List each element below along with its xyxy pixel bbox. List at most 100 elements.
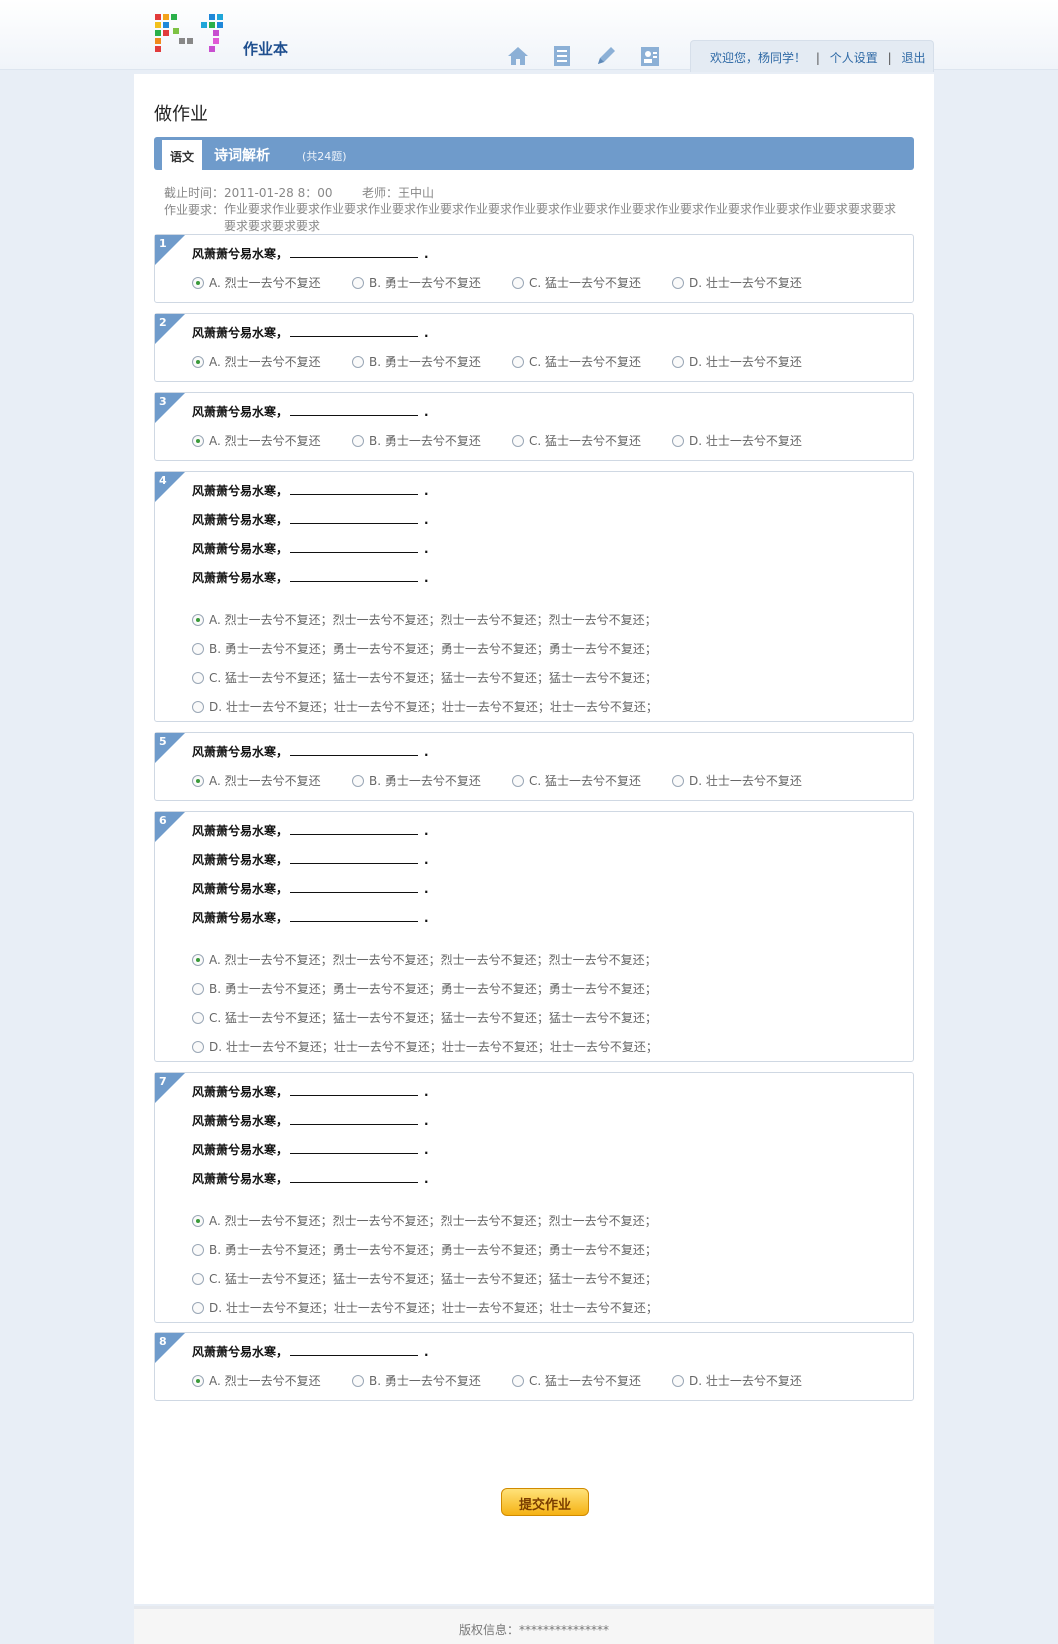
question-stem: 风萧萧兮易水寒，. (192, 1170, 429, 1187)
answer-blank[interactable] (290, 325, 419, 337)
radio-icon[interactable] (672, 435, 684, 447)
answer-option[interactable]: B. 勇士一去兮不复还；勇士一去兮不复还；勇士一去兮不复还；勇士一去兮不复还； (192, 640, 657, 657)
pencil-icon[interactable] (594, 44, 618, 68)
answer-option[interactable]: B. 勇士一去兮不复还；勇士一去兮不复还；勇士一去兮不复还；勇士一去兮不复还； (192, 1241, 657, 1258)
answer-option[interactable]: B. 勇士一去兮不复还 (352, 432, 481, 449)
answer-option[interactable]: B. 勇士一去兮不复还 (352, 353, 481, 370)
answer-blank[interactable] (290, 246, 419, 258)
answer-option[interactable]: A. 烈士一去兮不复还 (192, 432, 321, 449)
answer-option[interactable]: C. 猛士一去兮不复还 (512, 772, 641, 789)
answer-option[interactable]: B. 勇士一去兮不复还 (352, 1372, 481, 1389)
answer-option[interactable]: D. 壮士一去兮不复还 (672, 353, 802, 370)
answer-blank[interactable] (290, 541, 419, 553)
radio-icon[interactable] (192, 277, 204, 289)
answer-blank[interactable] (290, 1171, 419, 1183)
answer-blank[interactable] (290, 1113, 419, 1125)
answer-blank[interactable] (290, 1142, 419, 1154)
radio-icon[interactable] (192, 614, 204, 626)
radio-icon[interactable] (192, 1041, 204, 1053)
radio-icon[interactable] (192, 1273, 204, 1285)
radio-icon[interactable] (672, 277, 684, 289)
radio-icon[interactable] (352, 775, 364, 787)
answer-option[interactable]: D. 壮士一去兮不复还；壮士一去兮不复还；壮士一去兮不复还；壮士一去兮不复还； (192, 698, 658, 715)
radio-icon[interactable] (512, 1375, 524, 1387)
answer-option[interactable]: A. 烈士一去兮不复还 (192, 1372, 321, 1389)
radio-icon[interactable] (192, 701, 204, 713)
home-icon[interactable] (506, 44, 530, 68)
answer-blank[interactable] (290, 404, 419, 416)
answer-option[interactable]: C. 猛士一去兮不复还；猛士一去兮不复还；猛士一去兮不复还；猛士一去兮不复还； (192, 1009, 657, 1026)
option-label: A. 烈士一去兮不复还 (209, 355, 321, 369)
answer-blank[interactable] (290, 823, 419, 835)
answer-blank[interactable] (290, 744, 419, 756)
radio-icon[interactable] (352, 277, 364, 289)
radio-icon[interactable] (192, 1375, 204, 1387)
radio-icon[interactable] (192, 1302, 204, 1314)
radio-icon[interactable] (192, 1012, 204, 1024)
answer-option[interactable]: A. 烈士一去兮不复还 (192, 353, 321, 370)
radio-icon[interactable] (192, 435, 204, 447)
contacts-icon[interactable] (638, 44, 662, 68)
question-number: 7 (159, 1075, 167, 1088)
answer-option[interactable]: D. 壮士一去兮不复还 (672, 772, 802, 789)
answer-option[interactable]: A. 烈士一去兮不复还 (192, 274, 321, 291)
answer-option[interactable]: B. 勇士一去兮不复还；勇士一去兮不复还；勇士一去兮不复还；勇士一去兮不复还； (192, 980, 657, 997)
answer-option[interactable]: A. 烈士一去兮不复还；烈士一去兮不复还；烈士一去兮不复还；烈士一去兮不复还； (192, 951, 657, 968)
submit-button[interactable]: 提交作业 (501, 1488, 589, 1516)
answer-option[interactable]: B. 勇士一去兮不复还 (352, 274, 481, 291)
subject-tab[interactable]: 语文 (162, 140, 202, 170)
radio-icon[interactable] (192, 672, 204, 684)
answer-option[interactable]: C. 猛士一去兮不复还 (512, 353, 641, 370)
radio-icon[interactable] (672, 775, 684, 787)
answer-option[interactable]: D. 壮士一去兮不复还 (672, 432, 802, 449)
logout-link[interactable]: 退出 (901, 51, 925, 65)
answer-option[interactable]: C. 猛士一去兮不复还；猛士一去兮不复还；猛士一去兮不复还；猛士一去兮不复还； (192, 1270, 657, 1287)
radio-icon[interactable] (512, 775, 524, 787)
answer-option[interactable]: C. 猛士一去兮不复还 (512, 1372, 641, 1389)
radio-icon[interactable] (192, 775, 204, 787)
stem-text: 风萧萧兮易水寒， (192, 513, 289, 527)
answer-blank[interactable] (290, 881, 419, 893)
radio-icon[interactable] (512, 435, 524, 447)
option-label: A. 烈士一去兮不复还 (209, 434, 321, 448)
answer-option[interactable]: C. 猛士一去兮不复还 (512, 432, 641, 449)
answer-option[interactable]: D. 壮士一去兮不复还；壮士一去兮不复还；壮士一去兮不复还；壮士一去兮不复还； (192, 1038, 658, 1055)
answer-option[interactable]: D. 壮士一去兮不复还 (672, 1372, 802, 1389)
answer-option[interactable]: C. 猛士一去兮不复还；猛士一去兮不复还；猛士一去兮不复还；猛士一去兮不复还； (192, 669, 657, 686)
radio-icon[interactable] (512, 277, 524, 289)
answer-option[interactable]: C. 猛士一去兮不复还 (512, 274, 641, 291)
answer-blank[interactable] (290, 1084, 419, 1096)
radio-icon[interactable] (192, 356, 204, 368)
radio-icon[interactable] (352, 356, 364, 368)
answer-blank[interactable] (290, 852, 419, 864)
answer-option[interactable]: D. 壮士一去兮不复还；壮士一去兮不复还；壮士一去兮不复还；壮士一去兮不复还； (192, 1299, 658, 1316)
answer-option[interactable]: A. 烈士一去兮不复还；烈士一去兮不复还；烈士一去兮不复还；烈士一去兮不复还； (192, 611, 657, 628)
radio-icon[interactable] (512, 356, 524, 368)
question-stem: 风萧萧兮易水寒，. (192, 1112, 429, 1129)
radio-icon[interactable] (672, 356, 684, 368)
question-stem: 风萧萧兮易水寒，. (192, 909, 429, 926)
answer-blank[interactable] (290, 910, 419, 922)
option-label: A. 烈士一去兮不复还 (209, 276, 321, 290)
question-card: 3 风萧萧兮易水寒，. A. 烈士一去兮不复还 B. 勇士一去兮不复还 C. 猛士一去兮… (154, 392, 914, 461)
answer-option[interactable]: A. 烈士一去兮不复还 (192, 772, 321, 789)
radio-icon[interactable] (192, 1215, 204, 1227)
answer-option[interactable]: D. 壮士一去兮不复还 (672, 274, 802, 291)
radio-icon[interactable] (192, 643, 204, 655)
radio-icon[interactable] (672, 1375, 684, 1387)
radio-icon[interactable] (192, 983, 204, 995)
answer-blank[interactable] (290, 483, 419, 495)
radio-icon[interactable] (352, 435, 364, 447)
settings-link[interactable]: 个人设置 (830, 51, 878, 65)
radio-icon[interactable] (192, 1244, 204, 1256)
radio-icon[interactable] (352, 1375, 364, 1387)
answer-option[interactable]: B. 勇士一去兮不复还 (352, 772, 481, 789)
welcome-text: 欢迎您，杨同学！ (710, 51, 807, 65)
answer-blank[interactable] (290, 570, 419, 582)
stem-end: . (424, 484, 429, 498)
radio-icon[interactable] (192, 954, 204, 966)
notebook-icon[interactable] (550, 44, 574, 68)
answer-blank[interactable] (290, 1344, 419, 1356)
answer-blank[interactable] (290, 512, 419, 524)
answer-option[interactable]: A. 烈士一去兮不复还；烈士一去兮不复还；烈士一去兮不复还；烈士一去兮不复还； (192, 1212, 657, 1229)
